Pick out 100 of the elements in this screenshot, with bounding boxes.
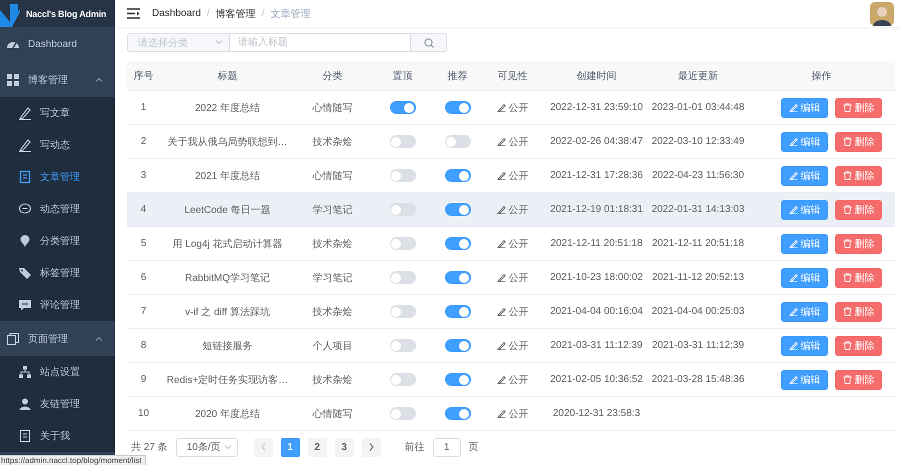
total-count: 共 27 条 <box>131 440 168 454</box>
sidebar-item[interactable]: 标签管理 <box>0 257 115 289</box>
table-cell-text: RabbitMQ学习笔记 <box>184 272 271 286</box>
column-header: 创建时间 <box>576 70 618 84</box>
chat-bubble-icon <box>18 202 32 216</box>
toggle-switch[interactable] <box>444 135 470 148</box>
delete-button[interactable]: 删除 <box>835 132 882 152</box>
delete-button[interactable]: 删除 <box>835 98 882 118</box>
table-cell-text: 关于我从俄乌局势联想到… <box>166 136 288 150</box>
edit-button[interactable]: 编辑 <box>781 302 828 322</box>
sitemap-icon <box>18 365 32 379</box>
document-icon <box>18 429 32 443</box>
delete-button[interactable]: 删除 <box>835 166 882 186</box>
toggle-switch[interactable] <box>444 237 470 250</box>
visibility-label: 公开 <box>508 238 528 250</box>
toggle-switch[interactable] <box>390 407 416 420</box>
page-button[interactable]: 2 <box>308 438 327 456</box>
toggle-switch[interactable] <box>390 101 416 114</box>
sidebar-item[interactable]: 写文章 <box>0 97 115 129</box>
toggle-switch[interactable] <box>390 271 416 284</box>
toggle-switch[interactable] <box>390 305 416 318</box>
next-page-button[interactable] <box>362 438 381 456</box>
trash-icon <box>842 375 852 384</box>
sidebar-item[interactable]: 动态管理 <box>0 193 115 225</box>
visibility-label: 公开 <box>508 306 528 318</box>
table-cell-text: 3 <box>140 169 148 183</box>
toggle-switch[interactable] <box>390 135 416 148</box>
pencil-icon <box>788 103 798 112</box>
column-header: 置顶 <box>392 70 414 84</box>
link-url-tooltip: https://admin.naccl.top/blog/moment/list <box>0 455 146 465</box>
toggle-switch[interactable] <box>444 271 470 284</box>
sidebar-item[interactable]: 文章管理 <box>0 161 115 193</box>
page-button[interactable]: 1 <box>280 438 300 456</box>
pencil-icon <box>788 205 798 214</box>
pencil-icon <box>788 307 798 316</box>
toggle-switch[interactable] <box>444 203 470 216</box>
sidebar-item[interactable]: 友链管理 <box>0 388 115 420</box>
trash-icon <box>842 137 852 146</box>
toggle-switch[interactable] <box>390 237 416 250</box>
page-size-select[interactable]: 10条/页 <box>176 438 238 456</box>
toggle-switch[interactable] <box>444 305 470 318</box>
search-button[interactable] <box>411 33 447 52</box>
delete-button[interactable]: 删除 <box>835 234 882 254</box>
table-cell-text: 技术杂烩 <box>312 306 354 320</box>
edit-button[interactable]: 编辑 <box>781 98 828 118</box>
edit-button[interactable]: 编辑 <box>781 132 828 152</box>
edit-button[interactable]: 编辑 <box>781 234 828 254</box>
pencil-icon <box>496 409 506 418</box>
edit-button[interactable]: 编辑 <box>781 166 828 186</box>
delete-button[interactable]: 删除 <box>835 336 882 356</box>
sidebar-item[interactable]: 评论管理 <box>0 289 115 321</box>
chevron-left-icon <box>260 443 266 451</box>
sidebar-item[interactable]: 站点设置 <box>0 356 115 388</box>
table-cell-text: 2021-03-28 15:48:36 <box>650 373 746 387</box>
toggle-switch[interactable] <box>444 339 470 352</box>
menu-icon[interactable] <box>127 8 140 19</box>
previous-page-button[interactable] <box>254 438 273 456</box>
sidebar-item[interactable]: Dashboard <box>0 27 115 62</box>
delete-button[interactable]: 删除 <box>835 200 882 220</box>
table-cell-text: 学习笔记 <box>312 272 354 286</box>
sidebar-item[interactable]: 分类管理 <box>0 225 115 257</box>
pencil-icon <box>496 205 506 214</box>
breadcrumb-item[interactable]: 博客管理 <box>216 6 256 20</box>
edit-button[interactable]: 编辑 <box>781 200 828 220</box>
table-cell-text: 2021-03-31 11:12:39 <box>549 339 644 353</box>
visibility-label: 公开 <box>508 272 528 284</box>
edit-button[interactable]: 编辑 <box>781 268 828 288</box>
table-cell-text: 2022-04-23 11:56:30 <box>650 169 746 183</box>
table-cell-text: 2021-12-31 17:28:36 <box>549 169 644 183</box>
breadcrumb-item[interactable]: Dashboard <box>152 8 201 19</box>
table-cell-text: 2021-12-19 01:18:31 <box>549 203 644 217</box>
toggle-switch[interactable] <box>390 203 416 216</box>
edit-button[interactable]: 编辑 <box>781 336 828 356</box>
toggle-switch[interactable] <box>444 101 470 114</box>
table-cell-text: 2022 年度总结 <box>194 102 262 116</box>
document-icon <box>18 170 32 184</box>
toggle-switch[interactable] <box>390 373 416 386</box>
sidebar-item[interactable]: 写动态 <box>0 129 115 161</box>
toggle-switch[interactable] <box>390 169 416 182</box>
table-cell-text: 7 <box>140 305 148 319</box>
table-cell-text: 1 <box>140 101 148 115</box>
table-cell-text: 2 <box>140 135 148 149</box>
title-search-field[interactable]: 请输入标题 <box>230 33 411 52</box>
avatar[interactable] <box>870 2 894 26</box>
app-title: Naccl's Blog Admin <box>26 8 106 18</box>
page-button[interactable]: 3 <box>334 438 354 456</box>
toggle-switch[interactable] <box>444 407 470 420</box>
table-cell-text: 2021-12-11 20:51:18 <box>650 237 746 251</box>
page-number-field[interactable]: 1 <box>432 438 461 456</box>
table-cell-text: 个人项目 <box>312 340 354 354</box>
delete-button[interactable]: 删除 <box>835 268 882 288</box>
toggle-switch[interactable] <box>444 169 470 182</box>
sidebar-item[interactable]: 关于我 <box>0 420 115 452</box>
edit-button[interactable]: 编辑 <box>781 370 828 390</box>
delete-button[interactable]: 删除 <box>835 302 882 322</box>
delete-button[interactable]: 删除 <box>835 370 882 390</box>
visibility-label: 公开 <box>508 136 528 148</box>
pencil-icon <box>788 273 798 282</box>
toggle-switch[interactable] <box>390 339 416 352</box>
toggle-switch[interactable] <box>444 373 470 386</box>
